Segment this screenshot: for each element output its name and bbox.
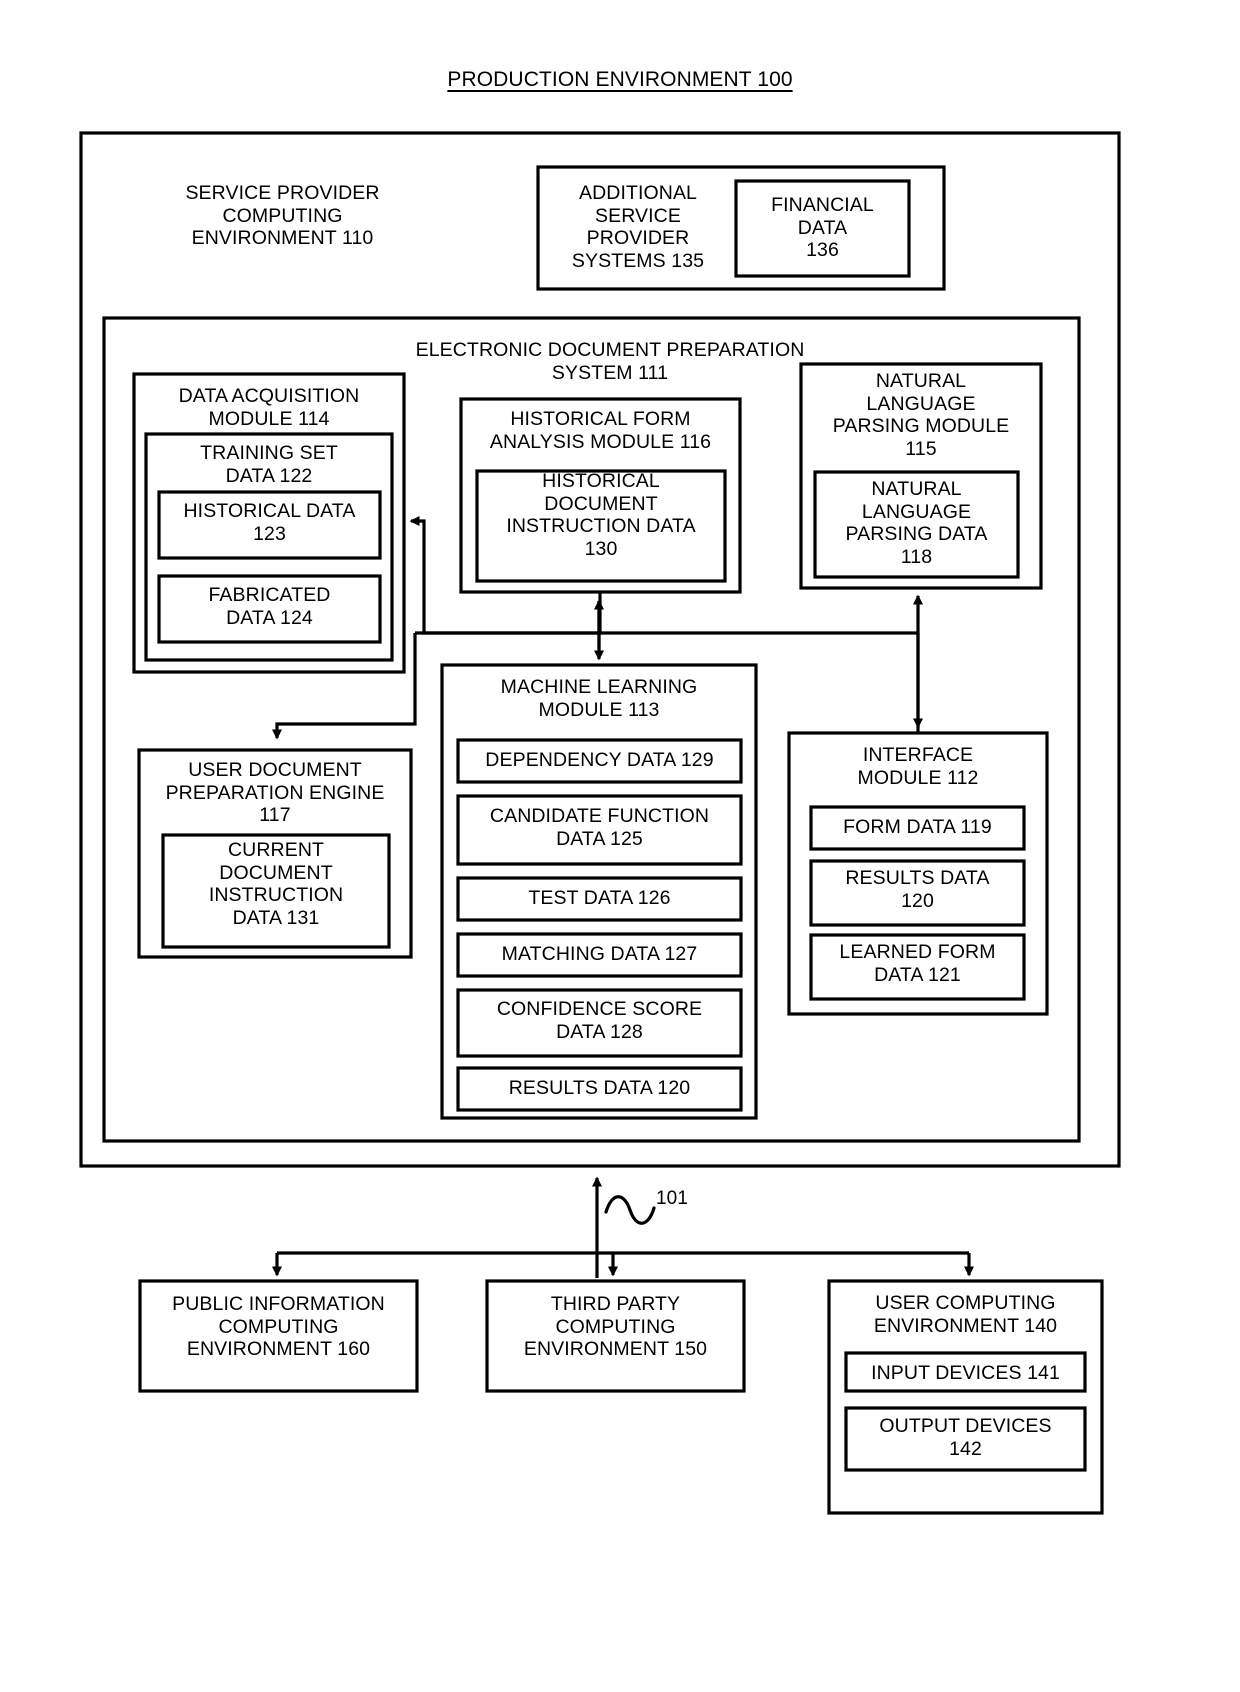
box-results-data-ml — [456, 1066, 743, 1112]
box-user-document-preparation-engine — [137, 748, 413, 959]
box-confidence-score-data — [456, 988, 743, 1058]
network-sine-icon — [604, 1195, 656, 1225]
box-historical-data — [157, 490, 382, 560]
box-user-computing-environment — [827, 1279, 1104, 1515]
box-natural-language-parsing-data — [813, 470, 1020, 579]
box-historical-document-instruction-data — [475, 469, 727, 583]
box-electronic-document-preparation-system — [102, 316, 1081, 1143]
box-candidate-function-data — [456, 794, 743, 866]
box-financial-data — [734, 179, 911, 278]
box-output-devices — [844, 1406, 1087, 1472]
box-public-information-environment — [138, 1279, 419, 1393]
box-third-party-environment — [485, 1279, 746, 1393]
box-natural-language-parsing-module — [799, 362, 1043, 590]
box-data-acquisition-module — [132, 372, 406, 674]
box-training-set-data — [144, 432, 394, 662]
box-current-document-instruction-data — [161, 833, 391, 949]
figure-canvas: PRODUCTION ENVIRONMENT 100 SERVICE PROVI… — [0, 0, 1240, 1692]
box-dependency-data — [456, 738, 743, 784]
box-learned-form-data — [809, 933, 1026, 1001]
box-form-data — [809, 805, 1026, 851]
diagram-lines — [79, 131, 1121, 1515]
box-fabricated-data — [157, 574, 382, 644]
box-results-data-interface — [809, 859, 1026, 927]
connector-hfam-to-dam — [409, 516, 602, 635]
box-additional-service-provider-systems — [536, 165, 946, 291]
box-test-data — [456, 876, 743, 922]
connector-network-bus — [272, 1251, 974, 1277]
box-interface-module — [787, 731, 1049, 1016]
box-input-devices — [844, 1351, 1087, 1393]
box-historical-form-analysis-module — [459, 397, 742, 594]
box-machine-learning-module — [440, 663, 758, 1120]
box-matching-data — [456, 932, 743, 978]
